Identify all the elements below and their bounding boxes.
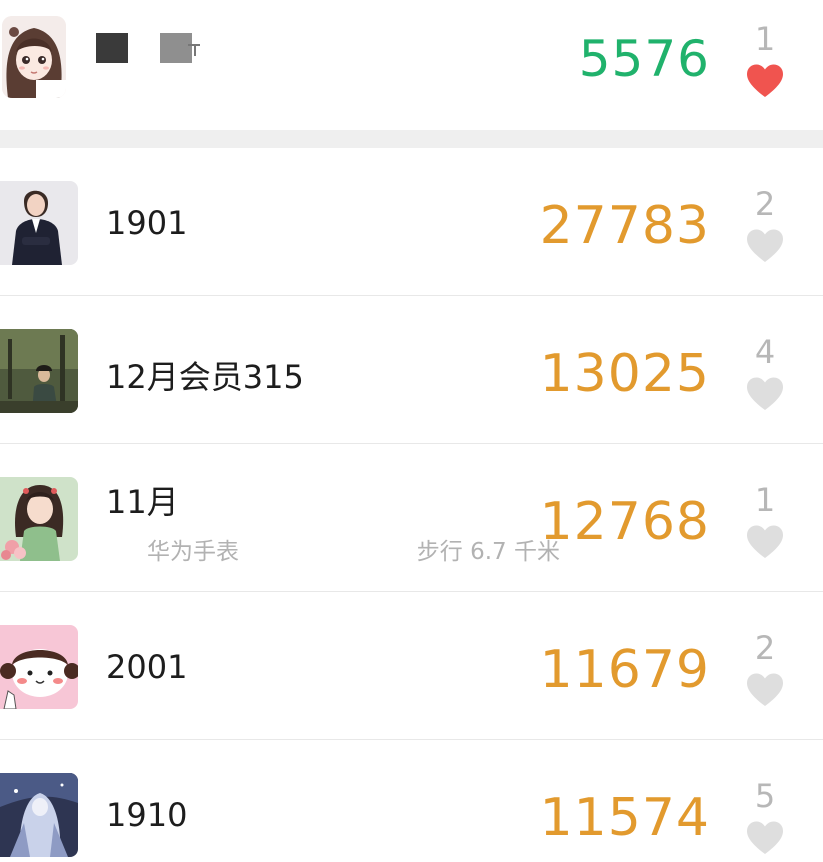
step-count: 11679 (539, 640, 710, 700)
list-item[interactable]: 2001 11679 2 (0, 592, 823, 740)
section-separator (0, 130, 823, 148)
heart-icon[interactable] (745, 228, 785, 264)
list-item[interactable]: 12月会员315 13025 4 (0, 296, 823, 444)
heart-icon[interactable] (745, 376, 785, 412)
like-count: 4 (754, 333, 776, 371)
list-item[interactable]: 11月 华为手表 步行 6.7 千米 12768 1 (0, 444, 823, 592)
self-avatar[interactable] (2, 16, 66, 98)
member-name: 11月 (106, 483, 179, 521)
member-name: 1901 (106, 204, 188, 242)
member-name: 2001 (106, 648, 188, 686)
person-suit-avatar[interactable] (0, 181, 78, 265)
heart-icon[interactable] (745, 820, 785, 856)
like-count: 1 (754, 481, 776, 519)
step-count: 13025 (539, 344, 710, 404)
step-count: 11574 (539, 788, 710, 848)
heart-icon[interactable] (745, 524, 785, 560)
list-item[interactable]: 1910 11574 5 (0, 740, 823, 862)
device-label: 华为手表 (147, 539, 239, 565)
redacted-name-mark (194, 44, 196, 56)
step-count: 27783 (539, 196, 710, 256)
like-count: 2 (754, 629, 776, 667)
self-like-count: 1 (754, 20, 776, 58)
girl-green-avatar[interactable] (0, 477, 78, 561)
cartoon-girl-avatar[interactable] (0, 625, 78, 709)
heart-liked-icon[interactable] (745, 63, 785, 99)
like-count: 5 (754, 777, 776, 815)
fantasy-avatar[interactable] (0, 773, 78, 857)
heart-icon[interactable] (745, 672, 785, 708)
self-ranking-row[interactable]: 5576 1 (0, 0, 823, 130)
step-count: 12768 (539, 492, 710, 552)
redacted-name-block (96, 33, 128, 63)
redacted-name-block (160, 33, 192, 63)
ranking-list: 1901 27783 2 12月会员315 13025 4 11月 华为手表 步… (0, 148, 823, 862)
list-item[interactable]: 1901 27783 2 (0, 148, 823, 296)
painting-avatar[interactable] (0, 329, 78, 413)
member-name: 12月会员315 (106, 358, 304, 396)
step-ranking-page: 5576 1 1901 27783 2 12月会员315 13025 4 11月… (0, 0, 823, 862)
walking-distance: 步行 6.7 千米 (416, 539, 560, 565)
member-name: 1910 (106, 796, 188, 834)
self-step-count: 5576 (578, 30, 710, 88)
like-count: 2 (754, 185, 776, 223)
